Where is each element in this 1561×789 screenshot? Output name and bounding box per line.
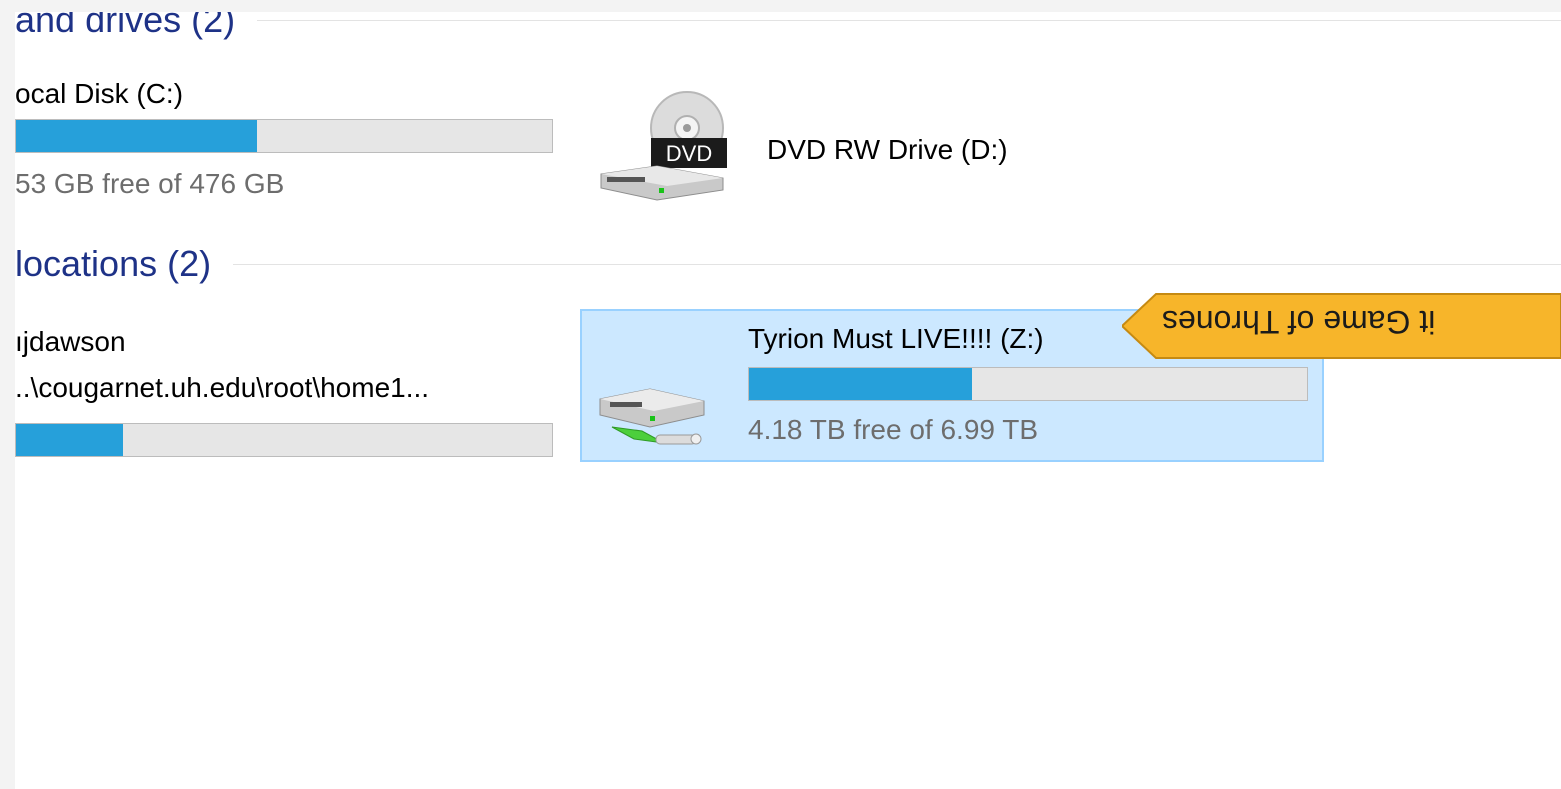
drive-name: Tyrion Must LIVE!!!! (Z:) — [748, 323, 1044, 354]
drive-free-space: 53 GB free of 476 GB — [15, 168, 285, 199]
network-usage-bar — [15, 423, 553, 457]
group-divider — [233, 263, 1561, 265]
drive-tooltip: it Game of Thrones — [1122, 293, 1561, 359]
group-divider — [257, 19, 1561, 21]
network-location-name: ıjdawson — [15, 326, 126, 357]
network-usage-fill — [16, 424, 124, 456]
drive-usage-bar — [748, 367, 1308, 401]
drive-usage-fill — [749, 368, 973, 400]
drive-usage-bar — [15, 119, 553, 153]
drive-tile-c[interactable]: ocal Disk (C:) 53 GB free of 476 GB — [15, 70, 575, 210]
tooltip-text: it Game of Thrones — [1162, 304, 1436, 340]
group-header-label: locations (2) — [15, 243, 212, 284]
dvd-label-text: DVD — [666, 141, 712, 166]
drive-usage-fill — [16, 120, 258, 152]
group-header-network[interactable]: locations (2) — [15, 243, 1561, 284]
drive-name: ocal Disk (C:) — [15, 78, 184, 109]
drive-tile-d[interactable]: DVD DVD RW Drive (D:) — [599, 82, 1099, 207]
network-location-path: ..\cougarnet.uh.edu\root\home1... — [15, 372, 430, 403]
drive-free-space: 4.18 TB free of 6.99 TB — [748, 414, 1039, 445]
group-header-devices[interactable]: and drives (2) — [15, 12, 1561, 40]
drive-name: DVD RW Drive (D:) — [767, 134, 1008, 165]
group-header-label: and drives (2) — [15, 12, 236, 40]
dvd-drive-icon: DVD — [600, 91, 727, 201]
network-tile-user[interactable]: ıjdawson ..\cougarnet.uh.edu\root\home1.… — [15, 322, 575, 462]
drives-view: and drives (2) ocal Disk (C:) 53 GB free… — [15, 12, 1561, 789]
network-drive-icon — [599, 388, 705, 445]
